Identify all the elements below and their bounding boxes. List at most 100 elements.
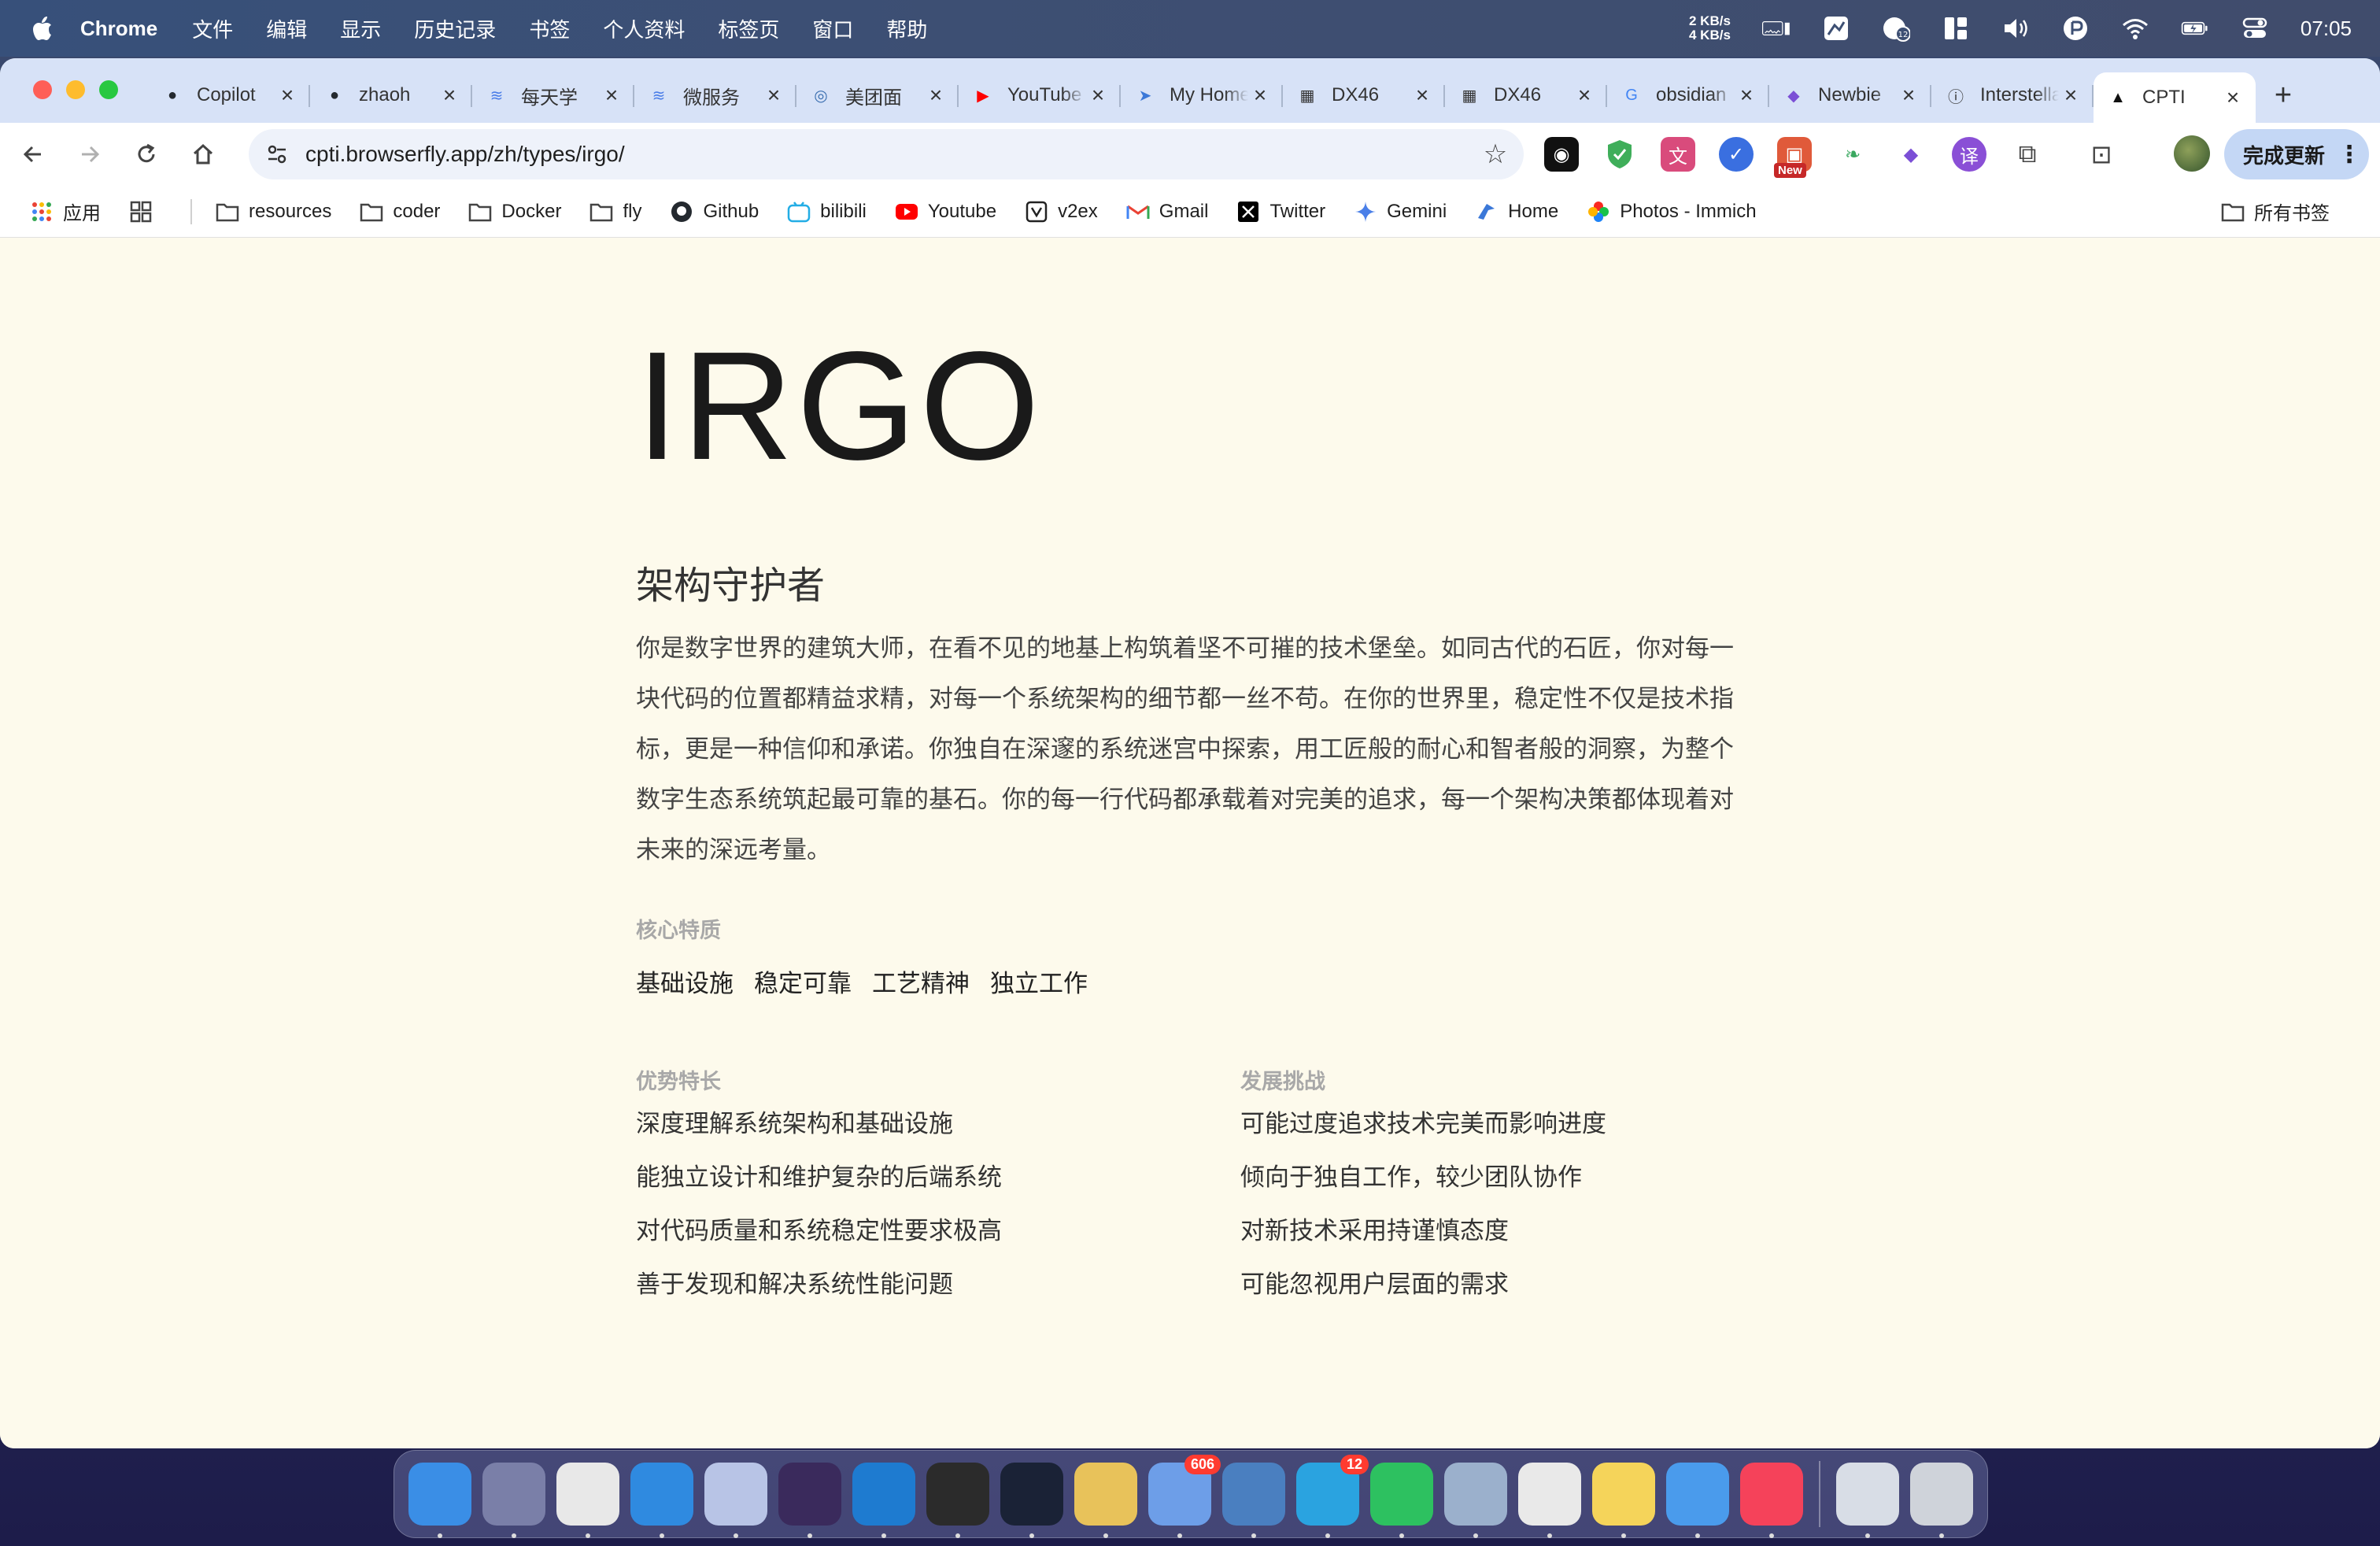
minimize-window-button[interactable] [66, 80, 85, 99]
bookmark-item[interactable]: Home [1475, 200, 1558, 224]
browser-tab[interactable]: ≋ 每天学 × [472, 72, 634, 118]
menu-view[interactable]: 显示 [340, 14, 381, 43]
new-tab-button[interactable]: + [2264, 72, 2303, 118]
warp-icon[interactable] [1000, 1463, 1063, 1538]
menu-bookmarks[interactable]: 书签 [529, 14, 570, 43]
extension-translate-icon[interactable]: 文 [1661, 137, 1695, 172]
menu-window[interactable]: 窗口 [812, 14, 853, 43]
bookmark-item[interactable]: Gmail [1126, 200, 1208, 224]
notes-icon[interactable] [1592, 1463, 1655, 1538]
menu-history[interactable]: 历史记录 [414, 14, 496, 43]
pause-app-icon[interactable] [2061, 14, 2090, 43]
site-info-icon[interactable] [260, 137, 294, 172]
extensions-puzzle-icon[interactable]: ⧉ [2010, 137, 2045, 172]
extension-mask-icon[interactable]: ◉ [1544, 137, 1579, 172]
zoom-window-button[interactable] [99, 80, 118, 99]
close-tab-icon[interactable]: × [600, 83, 623, 108]
menu-file[interactable]: 文件 [192, 14, 233, 43]
menu-help[interactable]: 帮助 [886, 14, 927, 43]
close-tab-icon[interactable]: × [1572, 83, 1596, 108]
back-button[interactable] [9, 131, 57, 178]
telegram-icon[interactable]: 12 [1296, 1455, 1369, 1538]
close-tab-icon[interactable]: × [924, 83, 948, 108]
bookmark-item[interactable]: Youtube [895, 200, 996, 224]
preview-icon[interactable] [1444, 1463, 1507, 1538]
menu-profiles[interactable]: 个人资料 [603, 14, 685, 43]
cpu-graph-icon[interactable] [1761, 14, 1791, 43]
all-bookmarks-button[interactable]: 所有书签 [2221, 198, 2330, 225]
search-tabs-icon[interactable]: ⊡ [2084, 137, 2119, 172]
textedit-icon[interactable] [1518, 1463, 1581, 1538]
browser-tab[interactable]: ▦ DX46 × [1283, 72, 1445, 118]
dictionary-icon[interactable] [1222, 1463, 1285, 1538]
bookmark-item[interactable]: v2ex [1025, 200, 1098, 224]
close-tab-icon[interactable]: × [2059, 83, 2082, 108]
extension-leaf-icon[interactable]: ❧ [1835, 137, 1870, 172]
bookmark-star-icon[interactable]: ☆ [1473, 139, 1517, 170]
unity-icon[interactable] [926, 1463, 989, 1538]
extension-new-icon[interactable]: ▣ New [1774, 137, 1812, 178]
browser-tab[interactable]: ◆ Newbie × [1769, 72, 1931, 118]
network-speed[interactable]: 2 KB/s 4 KB/s [1689, 14, 1731, 43]
volume-icon[interactable] [2001, 14, 2030, 43]
bookmark-item[interactable]: fly [589, 200, 641, 224]
menu-app-name[interactable]: Chrome [80, 17, 157, 41]
close-window-button[interactable] [33, 80, 52, 99]
control-center-icon[interactable] [2241, 14, 2269, 43]
menu-tab[interactable]: 标签页 [718, 14, 779, 43]
more-menu-icon[interactable]: ⋮ [2338, 141, 2361, 168]
menu-edit[interactable]: 编辑 [266, 14, 307, 43]
tableplus-icon[interactable] [1074, 1463, 1137, 1538]
browser-tab[interactable]: ● Copilot × [148, 72, 310, 118]
reload-button[interactable] [123, 131, 170, 178]
browser-tab[interactable]: ➤ My Home × [1121, 72, 1283, 118]
chrome-icon[interactable] [556, 1463, 619, 1538]
bookmark-item[interactable]: coder [360, 200, 440, 224]
extension-obsidian-icon[interactable]: ◆ [1894, 137, 1928, 172]
close-tab-icon[interactable]: × [1248, 83, 1272, 108]
bookmark-item[interactable]: Photos - Immich [1587, 200, 1757, 224]
extension-shield-icon[interactable] [1602, 137, 1637, 172]
bookmark-item[interactable]: bilibili [787, 200, 867, 224]
bookmark-item[interactable]: Gemini [1354, 200, 1447, 224]
browser-tab[interactable]: ● zhaoh × [310, 72, 472, 118]
browser-tab[interactable]: ▶ YouTube × [959, 72, 1121, 118]
bookmark-item[interactable]: Docker [468, 200, 561, 224]
close-tab-icon[interactable]: × [2221, 85, 2245, 110]
bookmark-item[interactable]: resources [216, 200, 331, 224]
close-tab-icon[interactable]: × [275, 83, 299, 108]
battery-icon[interactable] [2181, 14, 2209, 43]
bookmark-apps[interactable]: 应用 [30, 198, 101, 225]
extension-check-icon[interactable]: ✓ [1719, 137, 1754, 172]
browser-tab[interactable]: ⓘ Interstellar× [1931, 72, 2094, 118]
browser-tab[interactable]: ≋ 微服务 × [634, 72, 796, 118]
close-tab-icon[interactable]: × [1897, 83, 1920, 108]
close-tab-icon[interactable]: × [1086, 83, 1110, 108]
vscode-icon[interactable] [852, 1463, 915, 1538]
close-tab-icon[interactable]: × [1735, 83, 1758, 108]
finder-icon[interactable] [408, 1463, 471, 1538]
bookmark-item[interactable]: Twitter [1236, 200, 1325, 224]
wifi-icon[interactable] [2121, 14, 2149, 43]
url-text[interactable]: cpti.browserfly.app/zh/types/irgo/ [305, 142, 1473, 167]
bookmark-item[interactable]: Github [670, 200, 759, 224]
music-icon[interactable] [1740, 1463, 1803, 1538]
update-button[interactable]: 完成更新 ⋮ [2224, 129, 2369, 179]
wechat-icon[interactable] [1370, 1463, 1433, 1538]
address-bar[interactable]: cpti.browserfly.app/zh/types/irgo/ ☆ [249, 129, 1524, 179]
finder-2-icon[interactable] [1666, 1463, 1729, 1538]
trash-icon[interactable] [1910, 1463, 1973, 1538]
home-button[interactable] [179, 131, 227, 178]
close-tab-icon[interactable]: × [1410, 83, 1434, 108]
notification-badge-icon[interactable]: 12 [1882, 14, 1910, 43]
xcode-icon[interactable]: 606 [1148, 1455, 1221, 1538]
tab-groups-button[interactable] [129, 200, 162, 224]
extension-language-icon[interactable]: 译 [1952, 137, 1986, 172]
profile-avatar[interactable] [2174, 135, 2210, 172]
stats-icon[interactable] [1822, 14, 1850, 43]
window-manager-icon[interactable] [1942, 14, 1970, 43]
browser-tab[interactable]: ▦ DX46 × [1445, 72, 1607, 118]
close-tab-icon[interactable]: × [438, 83, 461, 108]
downloads-stack-icon[interactable] [1836, 1463, 1899, 1538]
safari-icon[interactable] [630, 1463, 693, 1538]
